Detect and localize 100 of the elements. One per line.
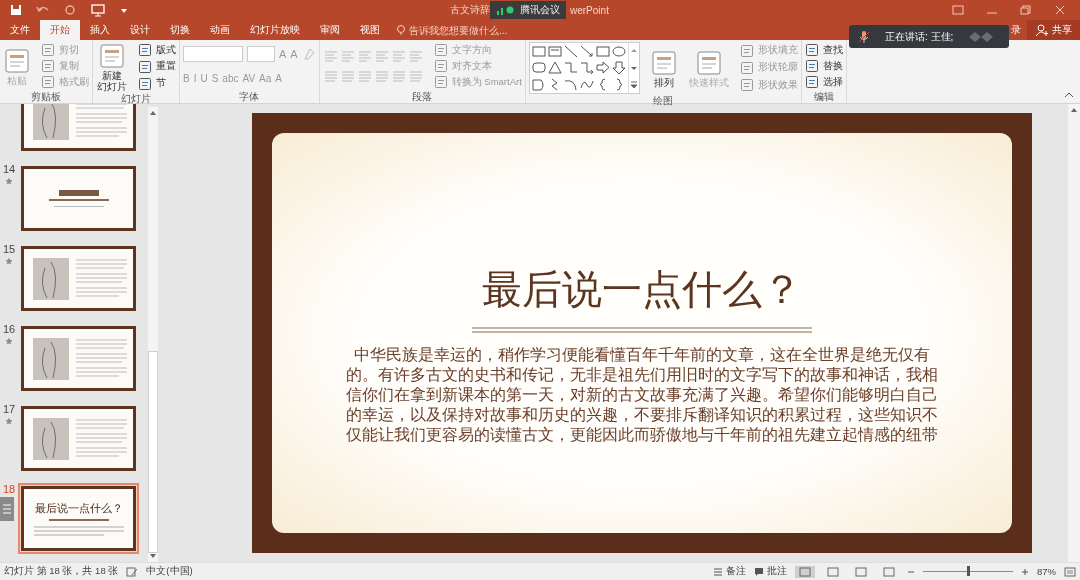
group-label: 剪贴板 [31,90,61,103]
menu-icon[interactable] [0,497,14,521]
save-icon[interactable] [10,4,22,16]
person-add-icon [1035,24,1049,36]
button-icon [138,43,152,58]
ribbon-display-icon[interactable] [952,5,964,15]
share-button[interactable]: 共享 [1027,20,1080,40]
ribbon-tab[interactable]: 切换 [160,20,200,40]
font-name-field[interactable] [183,46,243,62]
shape-icon[interactable] [610,60,627,76]
button-icon [433,59,448,73]
ribbon-button[interactable]: 选择 [804,75,843,89]
group-label: 绘图 [653,94,674,107]
scroll-down-icon [629,64,638,72]
slide-number: 15 [2,243,16,255]
slide-number: 14 [2,163,16,175]
shape-icon[interactable] [546,60,563,76]
button-icon [739,43,754,58]
group-label: 编辑 [813,90,834,103]
ribbon-button[interactable]: 重置 [138,60,176,74]
slide-thumbnail[interactable] [18,243,139,314]
speaker-text: 正在讲话: 王佳; [885,29,954,44]
shape-icon[interactable] [562,44,579,59]
zoom-in-icon[interactable] [1021,567,1029,576]
button-icon [739,78,754,93]
slide-thumbnail[interactable] [18,104,139,154]
caret-icon[interactable] [120,6,128,14]
group-label: 幻灯片 [121,92,151,105]
slide-thumbnail[interactable] [18,163,139,234]
scroll-bar[interactable] [1068,104,1080,562]
slide-count-text: 幻灯片 第 18 张，共 18 张 [4,565,119,578]
zoom-level-text[interactable]: 87% [1037,566,1056,577]
slide-thumbnail[interactable] [18,323,139,394]
shape-icon[interactable] [578,44,595,59]
format-button[interactable]: S [211,72,219,84]
shape-icon[interactable] [594,60,611,76]
more-icon [629,80,638,89]
group-label: 字体 [239,90,260,103]
ribbon-tab[interactable]: 动画 [200,20,240,40]
sign-in-link[interactable]: 录 [1011,20,1027,40]
format-button[interactable]: I [193,72,197,84]
ribbon-tab[interactable]: 设计 [120,20,160,40]
shape-icon[interactable] [530,60,547,76]
close-icon[interactable] [1054,5,1066,15]
button-icon [804,75,819,89]
title-line-drawing [58,189,99,196]
thumbnail-title: 最后说一点什么？ [34,500,123,516]
language-text[interactable]: 中文(中国) [146,565,193,578]
group-label: 段落 [412,90,433,103]
button-icon [138,60,152,74]
view-icon [855,566,867,577]
notes-button[interactable]: 备注 [713,565,746,578]
large-button-icon [4,46,30,75]
view-icon [827,566,839,577]
gallery-scroll-bar[interactable] [627,43,639,93]
ribbon-button[interactable]: 节 [138,76,176,91]
presentation-icon[interactable] [90,3,106,17]
ribbon-tab[interactable]: 插入 [80,20,120,40]
view-icon [883,566,895,577]
ribbon-tab[interactable]: 开始 [40,20,80,40]
shape-icon[interactable] [610,44,627,59]
view-icon [799,566,811,577]
meeting-label: 腾讯会议 [520,3,560,17]
ribbon-tab[interactable]: 审阅 [310,20,350,40]
shape-icon[interactable] [578,60,595,76]
restore-icon[interactable] [1020,5,1032,15]
notes-icon [713,566,723,577]
format-button[interactable]: abc [222,72,239,84]
font-size-field[interactable] [247,46,275,62]
ribbon-tab[interactable]: 文件 [0,20,40,40]
ribbon-button[interactable]: 新建 幻灯片 [96,42,128,92]
eraser-icon[interactable] [301,47,316,61]
ribbon-button[interactable]: 版式 [138,43,176,58]
button-icon [433,75,448,89]
scroll-bar[interactable] [148,107,158,562]
format-button[interactable]: AV [242,72,256,84]
collapse-icon[interactable] [1064,91,1074,99]
button-icon [41,75,55,89]
ribbon-tab[interactable]: 视图 [350,20,390,40]
scroll-up-icon [1070,107,1078,113]
ribbon-tab[interactable]: 幻灯片放映 [240,20,310,40]
lightbulb-icon [396,24,406,36]
tell-me-field[interactable]: 告诉我您想要做什么... [396,20,539,40]
microphone-icon [857,29,871,44]
slide-thumbnail[interactable] [18,403,139,474]
ribbon-button[interactable]: 替换 [804,59,843,73]
fit-slide-icon[interactable] [1064,566,1076,577]
slide-title: 最后说一点什么？ [481,265,802,314]
shape-icon[interactable] [530,76,547,92]
shape-gallery[interactable] [528,42,640,94]
view-button[interactable] [795,565,815,578]
button-icon [739,61,754,75]
ribbon-button[interactable]: 排列 [649,48,678,88]
scroll-thumb[interactable] [148,351,158,553]
ribbon-button[interactable]: 查找 [804,43,843,57]
proofing-icon[interactable] [126,566,139,577]
comments-button[interactable]: 批注 [754,565,787,578]
slide-thumbnail[interactable]: 最后说一点什么？ [18,483,139,554]
window-title: 古文诗辞 [450,3,490,17]
zoom-slider-thumb[interactable] [967,566,970,576]
